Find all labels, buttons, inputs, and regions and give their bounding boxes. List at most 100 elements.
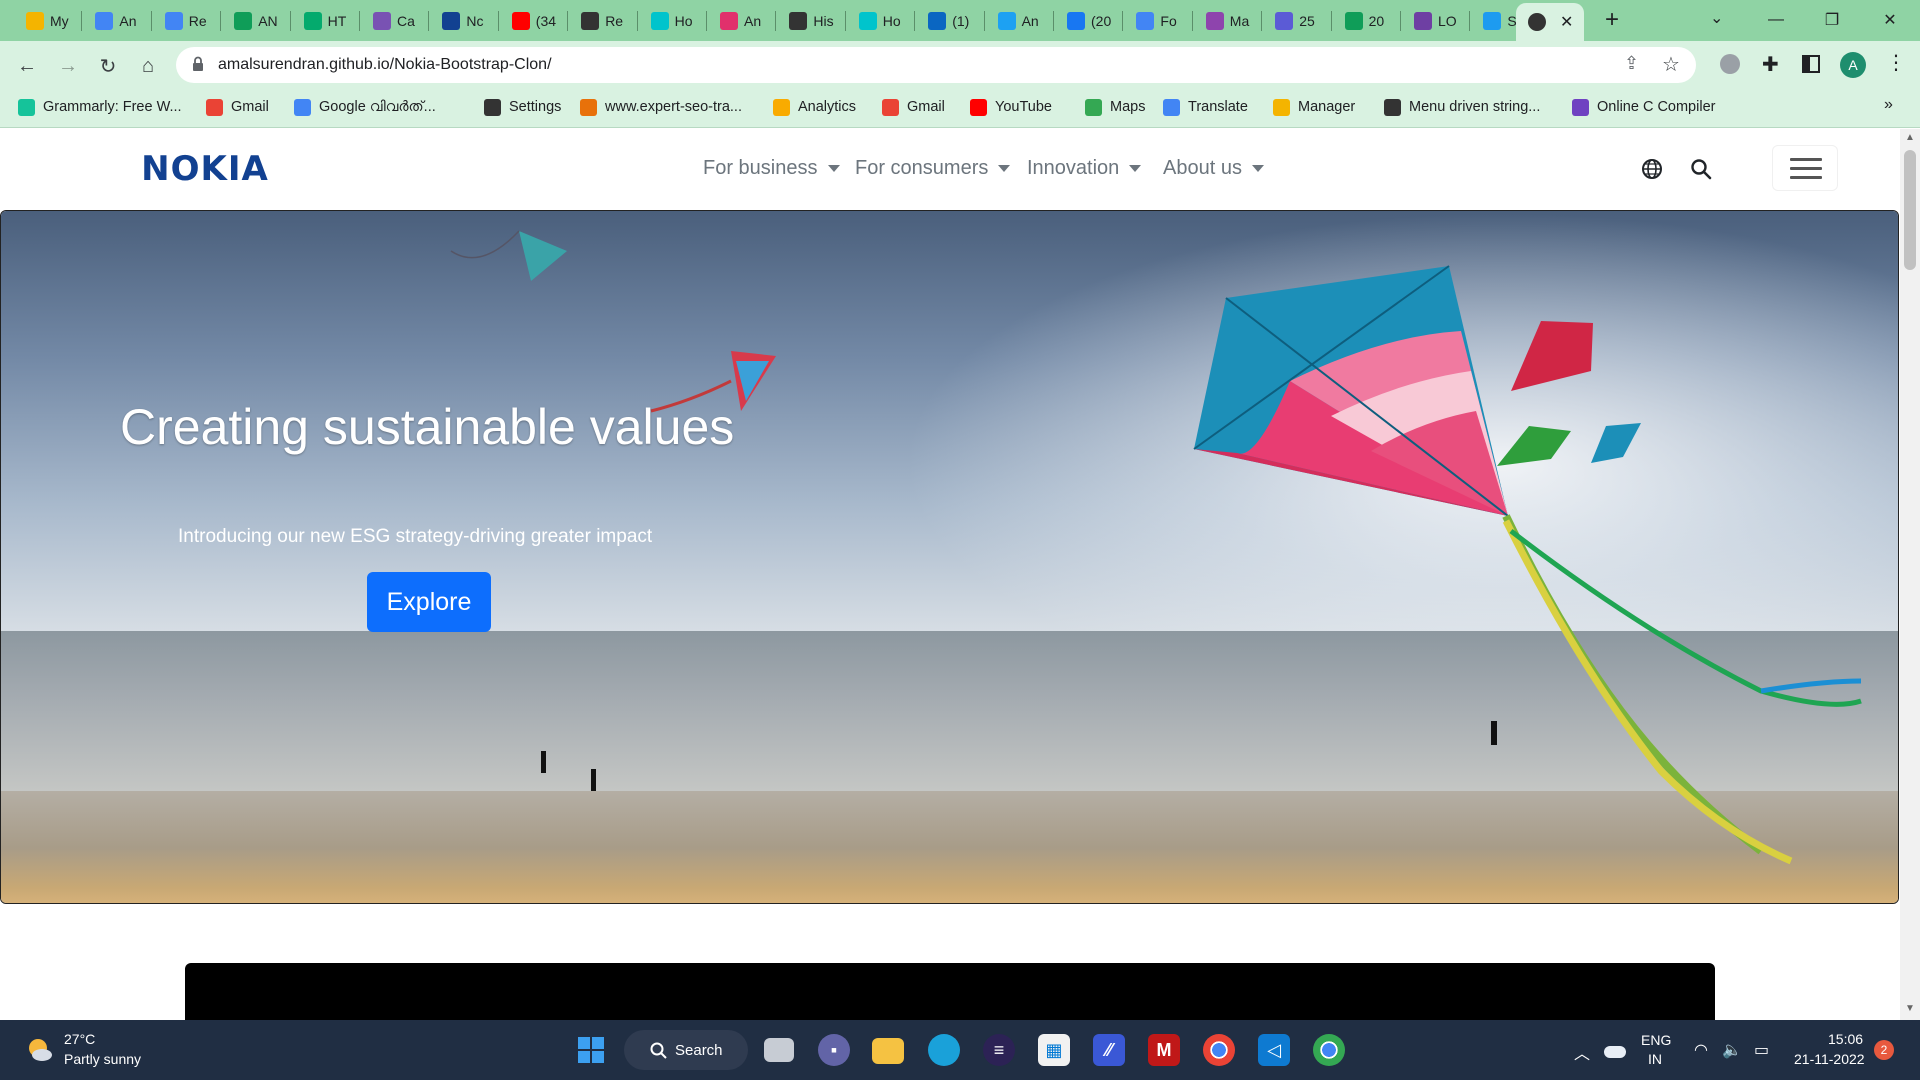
tab-separator [150,11,152,31]
tab-label: Re [605,13,624,29]
weather-icon[interactable] [24,1034,54,1064]
bookmark-item[interactable]: Online C Compiler [1572,96,1715,118]
bookmark-item[interactable]: Menu driven string... [1384,96,1540,118]
browser-tab[interactable]: (20 [1059,6,1120,36]
browser-tab[interactable]: AN [226,6,287,36]
minimize-button[interactable]: — [1748,0,1804,40]
browser-tab[interactable]: 25 [1267,6,1328,36]
browser-tab[interactable]: His [781,6,842,36]
browser-tab[interactable]: Ho [643,6,704,36]
browser-tab[interactable]: 20 [1337,6,1398,36]
profile-avatar[interactable]: A [1840,52,1866,78]
side-panel-icon[interactable] [1802,55,1820,73]
teams-chat-icon[interactable]: ▪ [818,1034,850,1066]
language-code[interactable]: ENG [1641,1032,1671,1048]
taskbar-search[interactable]: Search [624,1030,748,1070]
browser-tab[interactable]: My [18,6,79,36]
globe-icon [581,12,600,30]
scroll-down-arrow[interactable]: ▼ [1905,1003,1915,1014]
browser-tab[interactable]: Ho [851,6,912,36]
tab-search-icon[interactable]: ⌄ [1710,8,1723,28]
address-bar[interactable]: amalsurendran.github.io/Nokia-Bootstrap-… [176,47,1696,83]
bookmark-star-icon[interactable]: ☆ [1662,52,1680,77]
browser-tab[interactable]: (34 [504,6,565,36]
bookmark-item[interactable]: Manager [1273,96,1355,118]
bookmark-item[interactable]: Gmail [206,96,269,118]
close-window-button[interactable]: ✕ [1862,0,1918,40]
explore-button[interactable]: Explore [367,572,491,632]
region-code[interactable]: IN [1648,1051,1662,1067]
extensions-puzzle-icon[interactable]: ✚ [1762,52,1779,77]
browser-tab[interactable]: Re [573,6,634,36]
edge-browser-icon[interactable] [928,1034,960,1066]
bookmark-item[interactable]: Maps [1085,96,1145,118]
tab-separator [1191,11,1193,31]
share-icon[interactable]: ⇪ [1624,53,1639,74]
microsoft-store-icon[interactable]: ▦ [1038,1034,1070,1066]
home-button[interactable]: ⌂ [134,52,162,80]
show-hidden-icons-icon[interactable]: ︿ [1574,1040,1590,1064]
code-editor-icon[interactable]: ⁄⁄ [1093,1034,1125,1066]
bookmark-item[interactable]: www.expert-seo-tra... [580,96,742,118]
notification-badge[interactable]: 2 [1874,1040,1894,1060]
browser-tab[interactable]: Nc [434,6,495,36]
bookmark-item[interactable]: Analytics [773,96,856,118]
browser-tab[interactable]: Ca [365,6,426,36]
bookmark-item[interactable]: Settings [484,96,561,118]
tab-separator [844,11,846,31]
tab-active[interactable]: ✕ [1516,3,1584,41]
reload-button[interactable]: ↻ [94,52,122,80]
bookmark-item[interactable]: Google വിവർത്... [294,96,436,118]
extension-bug-icon[interactable] [1720,54,1740,74]
search-icon[interactable] [1690,158,1712,180]
eclipse-icon[interactable]: ≡ [983,1034,1015,1066]
nav-for-business[interactable]: For business [703,157,840,180]
bookmark-item[interactable]: Grammarly: Free W... [18,96,182,118]
volume-icon[interactable]: 🔈 [1722,1040,1742,1060]
browser-tab[interactable]: An [990,6,1051,36]
browser-tab[interactable]: (1) [920,6,981,36]
chrome-profile-icon[interactable] [1203,1034,1235,1066]
new-tab-button[interactable]: + [1598,6,1626,34]
browser-tab[interactable]: Ma [1198,6,1259,36]
browser-tab[interactable]: An [87,6,148,36]
chrome-icon[interactable] [1313,1034,1345,1066]
bookmark-label: Google വിവർത്... [319,99,436,115]
globe-icon [1528,13,1546,31]
tab-label: (1) [952,13,970,29]
scrollbar-thumb[interactable] [1904,150,1916,270]
nokia-logo[interactable]: NOKIA [120,138,290,200]
browser-menu-icon[interactable]: ⋮ [1886,50,1906,75]
browser-tab[interactable]: HT [296,6,357,36]
browser-tab[interactable]: LO [1406,6,1467,36]
nav-for-consumers[interactable]: For consumers [855,157,1011,180]
close-tab-icon[interactable]: ✕ [1560,12,1573,32]
clock-time[interactable]: 15:06 [1828,1031,1863,1047]
nav-about-us[interactable]: About us [1163,157,1264,180]
more-bookmarks-icon[interactable]: » [1884,96,1893,114]
forward-button[interactable]: → [54,52,82,80]
wifi-icon[interactable]: ◠ [1694,1040,1708,1060]
browser-tab[interactable]: An [712,6,773,36]
onedrive-cloud-icon[interactable] [1604,1046,1626,1058]
tab-separator [983,11,985,31]
nav-innovation[interactable]: Innovation [1027,157,1142,180]
start-button[interactable] [575,1034,607,1066]
task-view-icon[interactable] [764,1038,794,1062]
mcafee-icon[interactable]: M [1148,1034,1180,1066]
globe-language-icon[interactable] [1641,158,1663,180]
clock-date[interactable]: 21-11-2022 [1794,1051,1865,1067]
file-explorer-icon[interactable] [872,1038,904,1064]
restore-button[interactable]: ❐ [1804,0,1860,40]
battery-icon[interactable]: ▭ [1754,1040,1769,1060]
vscode-icon[interactable]: ◁ [1258,1034,1290,1066]
scroll-up-arrow[interactable]: ▲ [1905,132,1915,143]
browser-tab[interactable]: Fo [1128,6,1189,36]
bookmark-item[interactable]: YouTube [970,96,1052,118]
back-button[interactable]: ← [13,52,41,80]
bookmark-item[interactable]: Gmail [882,96,945,118]
bookmark-item[interactable]: Translate [1163,96,1248,118]
hamburger-menu-button[interactable] [1772,145,1838,191]
compiler-icon [1572,98,1589,116]
browser-tab[interactable]: Re [157,6,218,36]
